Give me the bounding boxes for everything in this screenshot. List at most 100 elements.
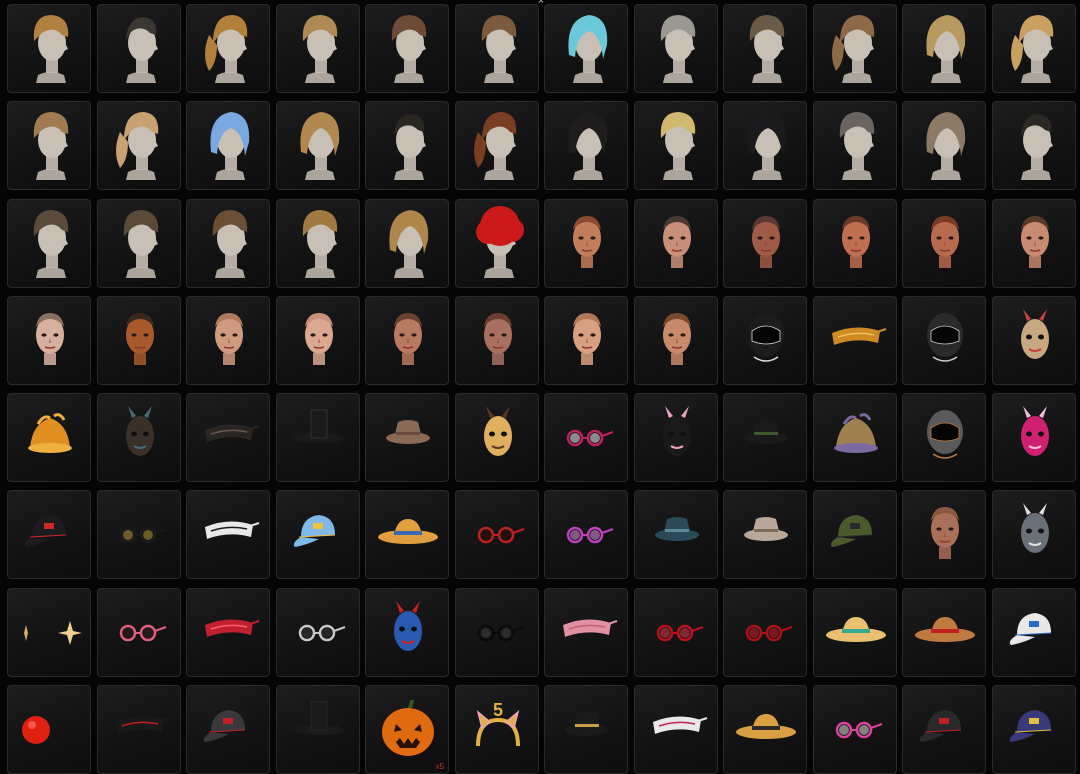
item-tile[interactable] [902,198,986,288]
item-tile[interactable] [454,4,539,93]
item-tile[interactable] [365,490,449,580]
item-tile[interactable] [275,587,360,677]
item-tile[interactable] [991,393,1076,483]
item-tile[interactable] [454,101,539,191]
item-tile[interactable] [186,101,270,191]
headband-cat-ears-icon: 5 [475,700,520,747]
item-tile[interactable] [723,587,807,677]
item-tile[interactable] [633,685,718,774]
item-tile[interactable] [544,295,628,385]
item-tile[interactable] [723,393,807,483]
item-tile[interactable] [96,198,181,288]
item-tile[interactable] [96,101,181,191]
item-tile[interactable] [7,587,91,677]
item-tile[interactable] [991,587,1076,677]
item-tile[interactable] [96,685,181,774]
item-tile[interactable] [991,295,1076,385]
item-tile[interactable] [454,393,539,483]
item-tile[interactable] [544,587,628,677]
item-tile[interactable] [275,490,360,580]
item-tile[interactable] [365,295,449,385]
item-tile[interactable] [812,295,897,385]
item-tile[interactable] [186,587,270,677]
item-tile[interactable] [275,101,360,191]
item-tile[interactable] [275,295,360,385]
item-tile[interactable] [7,101,91,191]
item-tile[interactable] [902,4,986,93]
item-tile[interactable] [812,393,897,483]
item-tile[interactable] [186,393,270,483]
item-tile[interactable] [812,587,897,677]
item-tile[interactable] [902,295,986,385]
item-tile[interactable] [454,295,539,385]
item-tile[interactable] [96,587,181,677]
item-tile[interactable] [186,4,270,93]
item-tile[interactable] [633,101,718,191]
item-tile[interactable] [544,198,628,288]
item-tile[interactable] [723,295,807,385]
item-tile[interactable] [96,490,181,580]
hair-pink-blonde-ponytail-icon [1010,15,1053,83]
item-tile[interactable] [365,198,449,288]
item-tile[interactable] [991,4,1076,93]
item-tile[interactable] [96,4,181,93]
item-tile[interactable] [275,685,360,774]
item-tile[interactable]: 5 [454,685,539,774]
item-tile[interactable] [633,4,718,93]
item-tile[interactable] [186,490,270,580]
item-tile[interactable] [7,393,91,483]
item-tile[interactable] [633,587,718,677]
item-tile[interactable] [7,685,91,774]
item-tile[interactable] [96,393,181,483]
item-tile[interactable] [275,198,360,288]
item-tile[interactable] [454,198,539,288]
item-tile[interactable] [991,685,1076,774]
item-tile[interactable] [365,587,449,677]
item-tile[interactable] [902,393,986,483]
item-tile[interactable] [723,4,807,93]
item-tile[interactable] [186,685,270,774]
item-tile[interactable] [7,198,91,288]
item-tile[interactable] [544,101,628,191]
item-tile[interactable] [633,295,718,385]
item-tile[interactable] [723,101,807,191]
item-tile[interactable] [186,198,270,288]
item-tile[interactable] [902,490,986,580]
item-tile[interactable] [902,587,986,677]
item-tile[interactable] [812,490,897,580]
item-tile[interactable] [544,685,628,774]
item-tile[interactable] [991,101,1076,191]
item-tile[interactable] [7,490,91,580]
face-female-pale-icon [1018,215,1051,278]
item-tile[interactable] [365,393,449,483]
item-tile[interactable] [275,393,360,483]
item-tile[interactable] [902,685,986,774]
item-tile[interactable] [812,198,897,288]
item-tile[interactable] [96,295,181,385]
item-tile[interactable] [7,4,91,93]
item-tile[interactable]: x5 [365,685,449,774]
item-tile[interactable] [454,587,539,677]
item-tile[interactable] [275,4,360,93]
item-tile[interactable] [365,101,449,191]
item-tile[interactable] [544,4,628,93]
item-tile[interactable] [812,685,897,774]
item-tile[interactable] [991,198,1076,288]
item-tile[interactable] [633,393,718,483]
item-tile[interactable] [991,490,1076,580]
item-tile[interactable] [7,295,91,385]
item-tile[interactable] [633,490,718,580]
item-tile[interactable] [544,490,628,580]
item-tile[interactable] [723,685,807,774]
item-tile[interactable] [902,101,986,191]
item-tile[interactable] [723,198,807,288]
item-tile[interactable] [454,490,539,580]
item-tile[interactable] [544,393,628,483]
item-tile[interactable] [723,490,807,580]
item-tile[interactable] [365,4,449,93]
glasses-red-large-icon [745,624,793,642]
item-tile[interactable] [812,4,897,93]
item-tile[interactable] [186,295,270,385]
item-tile[interactable] [812,101,897,191]
item-tile[interactable] [633,198,718,288]
